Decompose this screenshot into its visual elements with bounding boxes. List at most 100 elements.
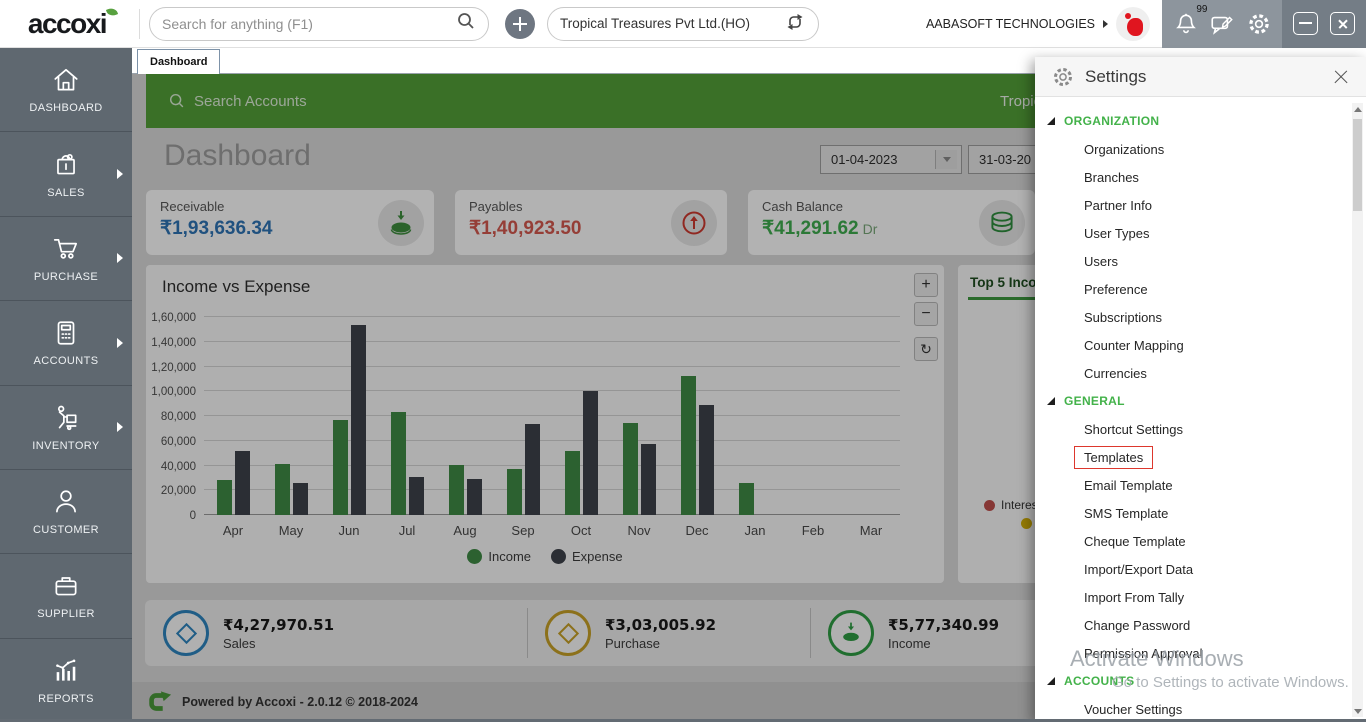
add-button[interactable] — [505, 8, 535, 39]
notifications-bell-icon[interactable]: 99 — [1173, 4, 1208, 37]
y-axis-tick: 1,00,000 — [151, 386, 196, 399]
bar-group-nov — [610, 317, 668, 515]
global-search[interactable] — [149, 6, 489, 41]
month-label: Sep — [511, 523, 535, 538]
settings-gear-icon[interactable] — [1246, 11, 1272, 37]
bar-expense-aug — [466, 478, 482, 515]
settings-item-currencies[interactable]: Currencies — [1035, 359, 1350, 387]
card-amount: ₹1,40,923.50 — [469, 218, 582, 239]
settings-item-change-password[interactable]: Change Password — [1035, 611, 1350, 639]
bar-expense-dec — [698, 405, 714, 515]
settings-item-import-export-data[interactable]: Import/Export Data — [1035, 555, 1350, 583]
settings-scrollbar[interactable] — [1352, 103, 1363, 717]
settings-group-organization[interactable]: ORGANIZATION — [1035, 107, 1350, 135]
report-chart-icon — [51, 656, 81, 686]
settings-item-preference[interactable]: Preference — [1035, 275, 1350, 303]
settings-item-sms-template[interactable]: SMS Template — [1035, 499, 1350, 527]
accoxi-logo[interactable]: accoxi — [0, 0, 134, 48]
collapse-triangle-icon — [1047, 677, 1055, 685]
bar-income-aug — [448, 464, 464, 515]
sidebar-item-inventory[interactable]: INVENTORY — [0, 386, 132, 470]
sidebar-item-customer[interactable]: CUSTOMER — [0, 470, 132, 555]
zoom-out-button[interactable]: − — [914, 302, 938, 326]
month-label: Dec — [685, 523, 709, 538]
summary-purchase: ₹3,03,005.92 Purchase — [545, 610, 716, 656]
sidebar-item-reports[interactable]: REPORTS — [0, 639, 132, 722]
bar-income-jun — [332, 419, 348, 515]
settings-title: Settings — [1085, 66, 1147, 86]
settings-item-templates[interactable]: Templates — [1035, 443, 1350, 471]
legend-label: Interes — [1001, 498, 1038, 512]
close-icon[interactable] — [1332, 68, 1350, 86]
settings-panel: Settings ORGANIZATION Organizations Branch… — [1035, 57, 1366, 722]
settings-item-branches[interactable]: Branches — [1035, 163, 1350, 191]
settings-item-import-from-tally[interactable]: Import From Tally — [1035, 583, 1350, 611]
search-accounts-field[interactable]: Search Accounts — [168, 92, 307, 110]
settings-item-voucher-settings[interactable]: Voucher Settings — [1035, 695, 1350, 722]
top5-legend-item: Interes — [984, 498, 1038, 512]
chart-title: Income vs Expense — [162, 277, 311, 296]
bar-expense-nov — [640, 443, 656, 515]
date-dropdown-button[interactable] — [935, 150, 957, 169]
tab-dashboard[interactable]: Dashboard — [137, 49, 221, 74]
switch-company-icon[interactable] — [784, 11, 806, 36]
minimize-button[interactable] — [1293, 12, 1318, 35]
account-menu[interactable]: AABASOFT TECHNOLOGIES — [926, 6, 1162, 41]
sidebar-item-label: SALES — [47, 186, 85, 199]
settings-item-organizations[interactable]: Organizations — [1035, 135, 1350, 163]
summary-sales: ₹4,27,970.51 Sales — [163, 610, 334, 656]
payables-card[interactable]: Payables ₹1,40,923.50 — [455, 190, 727, 255]
settings-item-counter-mapping[interactable]: Counter Mapping — [1035, 331, 1350, 359]
settings-group-general[interactable]: GENERAL — [1035, 387, 1350, 415]
cash-balance-card[interactable]: Cash Balance ₹41,291.62 Dr — [748, 190, 1035, 255]
zoom-in-button[interactable]: + — [914, 273, 938, 297]
feedback-message-icon[interactable] — [1209, 11, 1235, 37]
coin-down-icon — [843, 622, 859, 642]
sidebar-item-accounts[interactable]: ACCOUNTS — [0, 301, 132, 386]
settings-group-accounts[interactable]: ACCOUNTS — [1035, 667, 1350, 695]
sidebar-item-purchase[interactable]: PURCHASE — [0, 217, 132, 302]
settings-item-label: Partner Info — [1084, 197, 1152, 213]
refresh-button[interactable]: ↻ — [914, 337, 938, 361]
settings-item-label: Currencies — [1084, 365, 1147, 381]
search-icon — [169, 93, 184, 108]
arrow-up-circle-icon — [671, 200, 717, 246]
person-icon — [51, 487, 81, 517]
y-axis-tick: 1,40,000 — [151, 336, 196, 349]
scroll-up-arrow[interactable] — [1352, 103, 1363, 115]
settings-group-label: ACCOUNTS — [1064, 674, 1135, 688]
receivable-card[interactable]: Receivable ₹1,93,636.34 — [146, 190, 434, 255]
caret-right-icon — [1103, 19, 1108, 28]
close-window-button[interactable] — [1330, 12, 1355, 35]
avatar[interactable] — [1116, 6, 1150, 41]
settings-item-users[interactable]: Users — [1035, 247, 1350, 275]
date-from-field[interactable]: 01-04-2023 — [820, 145, 962, 174]
settings-item-subscriptions[interactable]: Subscriptions — [1035, 303, 1350, 331]
bar-expense-jun — [350, 325, 366, 515]
bar-income-jul — [390, 412, 406, 515]
settings-item-partner-info[interactable]: Partner Info — [1035, 191, 1350, 219]
scroll-down-arrow[interactable] — [1352, 705, 1363, 717]
settings-item-label: Preference — [1084, 281, 1148, 297]
scrollbar-thumb[interactable] — [1353, 119, 1362, 211]
settings-item-shortcut-settings[interactable]: Shortcut Settings — [1035, 415, 1350, 443]
bar-expense-may — [292, 482, 308, 515]
accoxi-footer-logo — [149, 691, 172, 711]
sidebar-item-sales[interactable]: SALES — [0, 132, 132, 217]
settings-item-email-template[interactable]: Email Template — [1035, 471, 1350, 499]
settings-item-user-types[interactable]: User Types — [1035, 219, 1350, 247]
settings-item-permission-approval[interactable]: Permission Approval — [1035, 639, 1350, 667]
sidebar-item-dashboard[interactable]: DASHBOARD — [0, 48, 132, 133]
global-search-input[interactable] — [162, 15, 456, 32]
legend-label: Expense — [572, 549, 623, 564]
chevron-right-icon — [117, 422, 123, 433]
chart-plot: 0 20,000 40,000 60,000 80,000 1,00,000 1,20,00… — [151, 312, 900, 522]
sidebar-item-supplier[interactable]: SUPPLIER — [0, 554, 132, 639]
stat-cards-row: Receivable ₹1,93,636.34 Payables ₹1,40,923.… — [146, 190, 1035, 258]
sidebar-item-label: CUSTOMER — [33, 524, 99, 537]
settings-item-cheque-template[interactable]: Cheque Template — [1035, 527, 1350, 555]
company-selector[interactable]: Tropical Treasures Pvt Ltd.(HO) — [547, 6, 819, 41]
month-label: May — [278, 523, 304, 538]
summary-text: ₹5,77,340.99 Income — [888, 616, 999, 651]
y-axis-tick: 20,000 — [160, 485, 196, 498]
